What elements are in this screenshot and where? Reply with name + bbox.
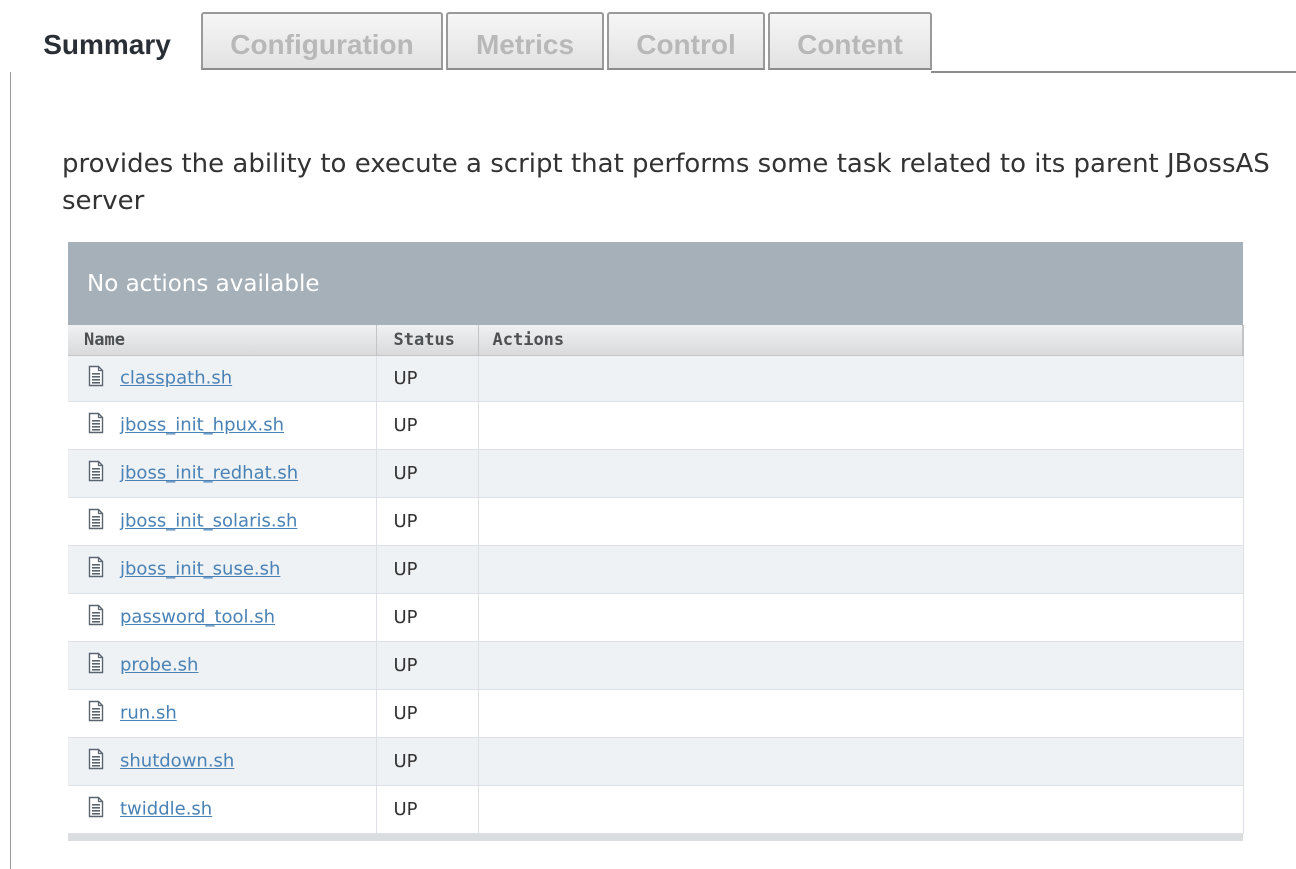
resource-link[interactable]: jboss_init_hpux.sh xyxy=(120,415,284,436)
tab-baseline xyxy=(931,71,1296,73)
status-cell: UP xyxy=(376,785,479,834)
name-cell: twiddle.sh xyxy=(68,785,377,834)
script-file-icon xyxy=(88,413,104,434)
resources-table: Name Status Actions classpath.sh UP jbos… xyxy=(68,325,1244,834)
tab-control[interactable]: Control xyxy=(607,12,765,70)
tab-metrics[interactable]: Metrics xyxy=(446,12,604,70)
table-row[interactable]: jboss_init_suse.sh UP xyxy=(68,545,1244,594)
name-cell: shutdown.sh xyxy=(68,737,377,786)
status-cell: UP xyxy=(376,641,479,690)
actions-cell xyxy=(478,785,1244,834)
table-row[interactable]: jboss_init_solaris.sh UP xyxy=(68,497,1244,546)
actions-cell xyxy=(478,593,1244,642)
resource-link[interactable]: password_tool.sh xyxy=(120,607,275,628)
table-row[interactable]: probe.sh UP xyxy=(68,641,1244,690)
script-file-icon xyxy=(88,366,104,387)
name-cell: jboss_init_suse.sh xyxy=(68,545,377,594)
script-file-icon xyxy=(88,797,104,818)
actions-cell xyxy=(478,737,1244,786)
script-file-icon xyxy=(88,653,104,674)
actions-cell xyxy=(478,497,1244,546)
status-cell: UP xyxy=(376,689,479,738)
status-cell: UP xyxy=(376,449,479,498)
name-cell: password_tool.sh xyxy=(68,593,377,642)
table-header-row: Name Status Actions xyxy=(68,325,1244,356)
resource-link[interactable]: probe.sh xyxy=(120,655,198,676)
resource-link[interactable]: run.sh xyxy=(120,703,177,724)
tab-bar: Summary Configuration Metrics Control Co… xyxy=(0,0,1296,73)
table-row[interactable]: jboss_init_redhat.sh UP xyxy=(68,449,1244,498)
name-cell: run.sh xyxy=(68,689,377,738)
tab-summary[interactable]: Summary xyxy=(14,12,200,73)
status-cell: UP xyxy=(376,737,479,786)
script-file-icon xyxy=(88,701,104,722)
resource-link[interactable]: shutdown.sh xyxy=(120,751,234,772)
resource-link[interactable]: twiddle.sh xyxy=(120,799,212,820)
resource-link[interactable]: jboss_init_solaris.sh xyxy=(120,511,297,532)
name-cell: jboss_init_redhat.sh xyxy=(68,449,377,498)
actions-cell xyxy=(478,689,1244,738)
content-left-border xyxy=(10,72,11,869)
actions-cell xyxy=(478,449,1244,498)
child-resources-grid: No actions available Name Status Actions xyxy=(68,242,1244,841)
column-header-name[interactable]: Name xyxy=(68,325,377,356)
resource-link[interactable]: jboss_init_suse.sh xyxy=(120,559,280,580)
page: Summary Configuration Metrics Control Co… xyxy=(0,0,1296,869)
tab-content[interactable]: Content xyxy=(768,12,932,70)
table-row[interactable]: jboss_init_hpux.sh UP xyxy=(68,401,1244,450)
name-cell: classpath.sh xyxy=(68,355,377,402)
table-row[interactable]: shutdown.sh UP xyxy=(68,737,1244,786)
column-header-status[interactable]: Status xyxy=(376,325,479,356)
resource-description: provides the ability to execute a script… xyxy=(62,149,1270,216)
actions-cell xyxy=(478,401,1244,450)
grid-title: No actions available xyxy=(68,242,1243,325)
name-cell: probe.sh xyxy=(68,641,377,690)
status-cell: UP xyxy=(376,497,479,546)
status-cell: UP xyxy=(376,401,479,450)
column-header-actions[interactable]: Actions xyxy=(478,325,1244,356)
actions-cell xyxy=(478,641,1244,690)
table-row[interactable]: run.sh UP xyxy=(68,689,1244,738)
name-cell: jboss_init_hpux.sh xyxy=(68,401,377,450)
grid-footer xyxy=(68,833,1243,841)
status-cell: UP xyxy=(376,593,479,642)
actions-cell xyxy=(478,545,1244,594)
status-cell: UP xyxy=(376,355,479,402)
script-file-icon xyxy=(88,557,104,578)
script-file-icon xyxy=(88,461,104,482)
table-row[interactable]: classpath.sh UP xyxy=(68,355,1244,402)
actions-cell xyxy=(478,355,1244,402)
name-cell: jboss_init_solaris.sh xyxy=(68,497,377,546)
table-row[interactable]: password_tool.sh UP xyxy=(68,593,1244,642)
script-file-icon xyxy=(88,605,104,626)
script-file-icon xyxy=(88,509,104,530)
resource-link[interactable]: jboss_init_redhat.sh xyxy=(120,463,298,484)
table-row[interactable]: twiddle.sh UP xyxy=(68,785,1244,834)
resource-link[interactable]: classpath.sh xyxy=(120,368,232,389)
table-body: classpath.sh UP jboss_init_hpux.sh UP jb… xyxy=(68,355,1244,834)
status-cell: UP xyxy=(376,545,479,594)
tab-configuration[interactable]: Configuration xyxy=(201,12,443,70)
script-file-icon xyxy=(88,749,104,770)
